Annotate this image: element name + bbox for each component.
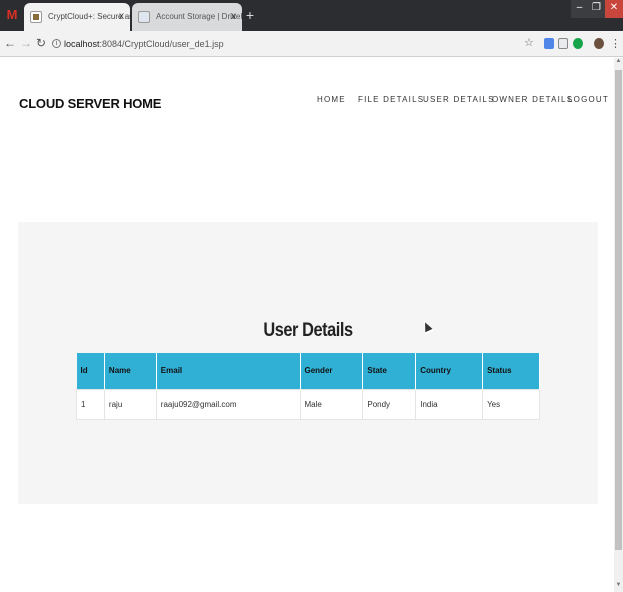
browser-tab-bar: M CryptCloud+: Secure and Expressive x A… (0, 0, 623, 31)
reload-icon[interactable]: ↻ (34, 36, 48, 50)
scrollbar-thumb[interactable] (615, 70, 622, 550)
user-details-table: Id Name Email Gender State Country Statu… (76, 353, 540, 420)
scroll-up-icon[interactable]: ▲ (614, 58, 623, 68)
column-header-status: Status (482, 353, 540, 389)
column-header-gender: Gender (300, 353, 364, 389)
browser-toolbar: ← → ↻ i localhost:8084/CryptCloud/user_d… (0, 31, 623, 57)
browser-tab-active[interactable]: CryptCloud+: Secure and Expressive x (24, 3, 130, 31)
address-bar[interactable]: i localhost:8084/CryptCloud/user_de1.jsp (50, 34, 572, 54)
tab-close-icon[interactable]: x (231, 3, 236, 31)
cell-gender: Male (299, 388, 364, 420)
url-path: :8084/CryptCloud/user_de1.jsp (99, 39, 224, 49)
column-header-country: Country (415, 353, 484, 389)
column-header-name: Name (104, 353, 157, 389)
table-row: 1 raju raaju092@gmail.com Male Pondy Ind… (76, 388, 540, 420)
nav-user-details[interactable]: USER DETAILS (423, 95, 495, 104)
cell-email: raaju092@gmail.com (155, 388, 301, 420)
cell-name: raju (103, 388, 157, 420)
cell-id: 1 (76, 388, 105, 420)
profile-avatar[interactable] (594, 38, 604, 49)
cell-state: Pondy (362, 388, 417, 420)
scroll-down-icon[interactable]: ▼ (614, 582, 623, 592)
forward-arrow-icon[interactable]: → (19, 36, 33, 50)
docs-extension-icon[interactable] (558, 38, 568, 49)
close-window-button[interactable]: ✕ (605, 0, 623, 18)
tab-close-icon[interactable]: x (119, 3, 124, 31)
site-title[interactable]: CLOUD SERVER HOME (19, 96, 161, 111)
nav-home[interactable]: HOME (317, 95, 346, 104)
cell-country: India (415, 388, 484, 420)
cryptcloud-favicon-icon (30, 11, 42, 23)
tab-title: CryptCloud+: Secure and Expressive (48, 12, 130, 21)
nav-file-details[interactable]: FILE DETAILS (358, 95, 424, 104)
column-header-email: Email (156, 353, 301, 389)
page-scrollbar[interactable]: ▲ ▼ (614, 58, 623, 592)
gmail-icon[interactable]: M (4, 7, 20, 23)
more-menu-icon[interactable]: ⋮ (610, 35, 621, 53)
new-tab-button[interactable]: + (244, 6, 256, 24)
cell-status: Yes (482, 388, 540, 420)
column-header-state: State (362, 353, 417, 389)
grammarly-extension-icon[interactable] (573, 38, 583, 49)
translate-extension-icon[interactable] (544, 38, 554, 49)
minimize-button[interactable]: – (571, 0, 588, 18)
url-host: localhost (64, 39, 100, 49)
maximize-button[interactable]: ❐ (588, 0, 605, 18)
drivehq-favicon-icon (138, 11, 150, 23)
nav-owner-details[interactable]: OWNER DETAILS (492, 95, 573, 104)
info-icon[interactable]: i (52, 39, 61, 48)
browser-tab-inactive[interactable]: Account Storage | DriveHQ x (132, 3, 242, 31)
bookmark-star-icon[interactable]: ☆ (524, 36, 534, 49)
back-arrow-icon[interactable]: ← (3, 36, 17, 50)
table-header-row: Id Name Email Gender State Country Statu… (76, 353, 540, 389)
nav-logout[interactable]: LOGOUT (568, 95, 609, 104)
page-title: User Details (263, 320, 353, 341)
column-header-id: Id (76, 353, 105, 389)
tab-title: Account Storage | DriveHQ (156, 12, 242, 21)
